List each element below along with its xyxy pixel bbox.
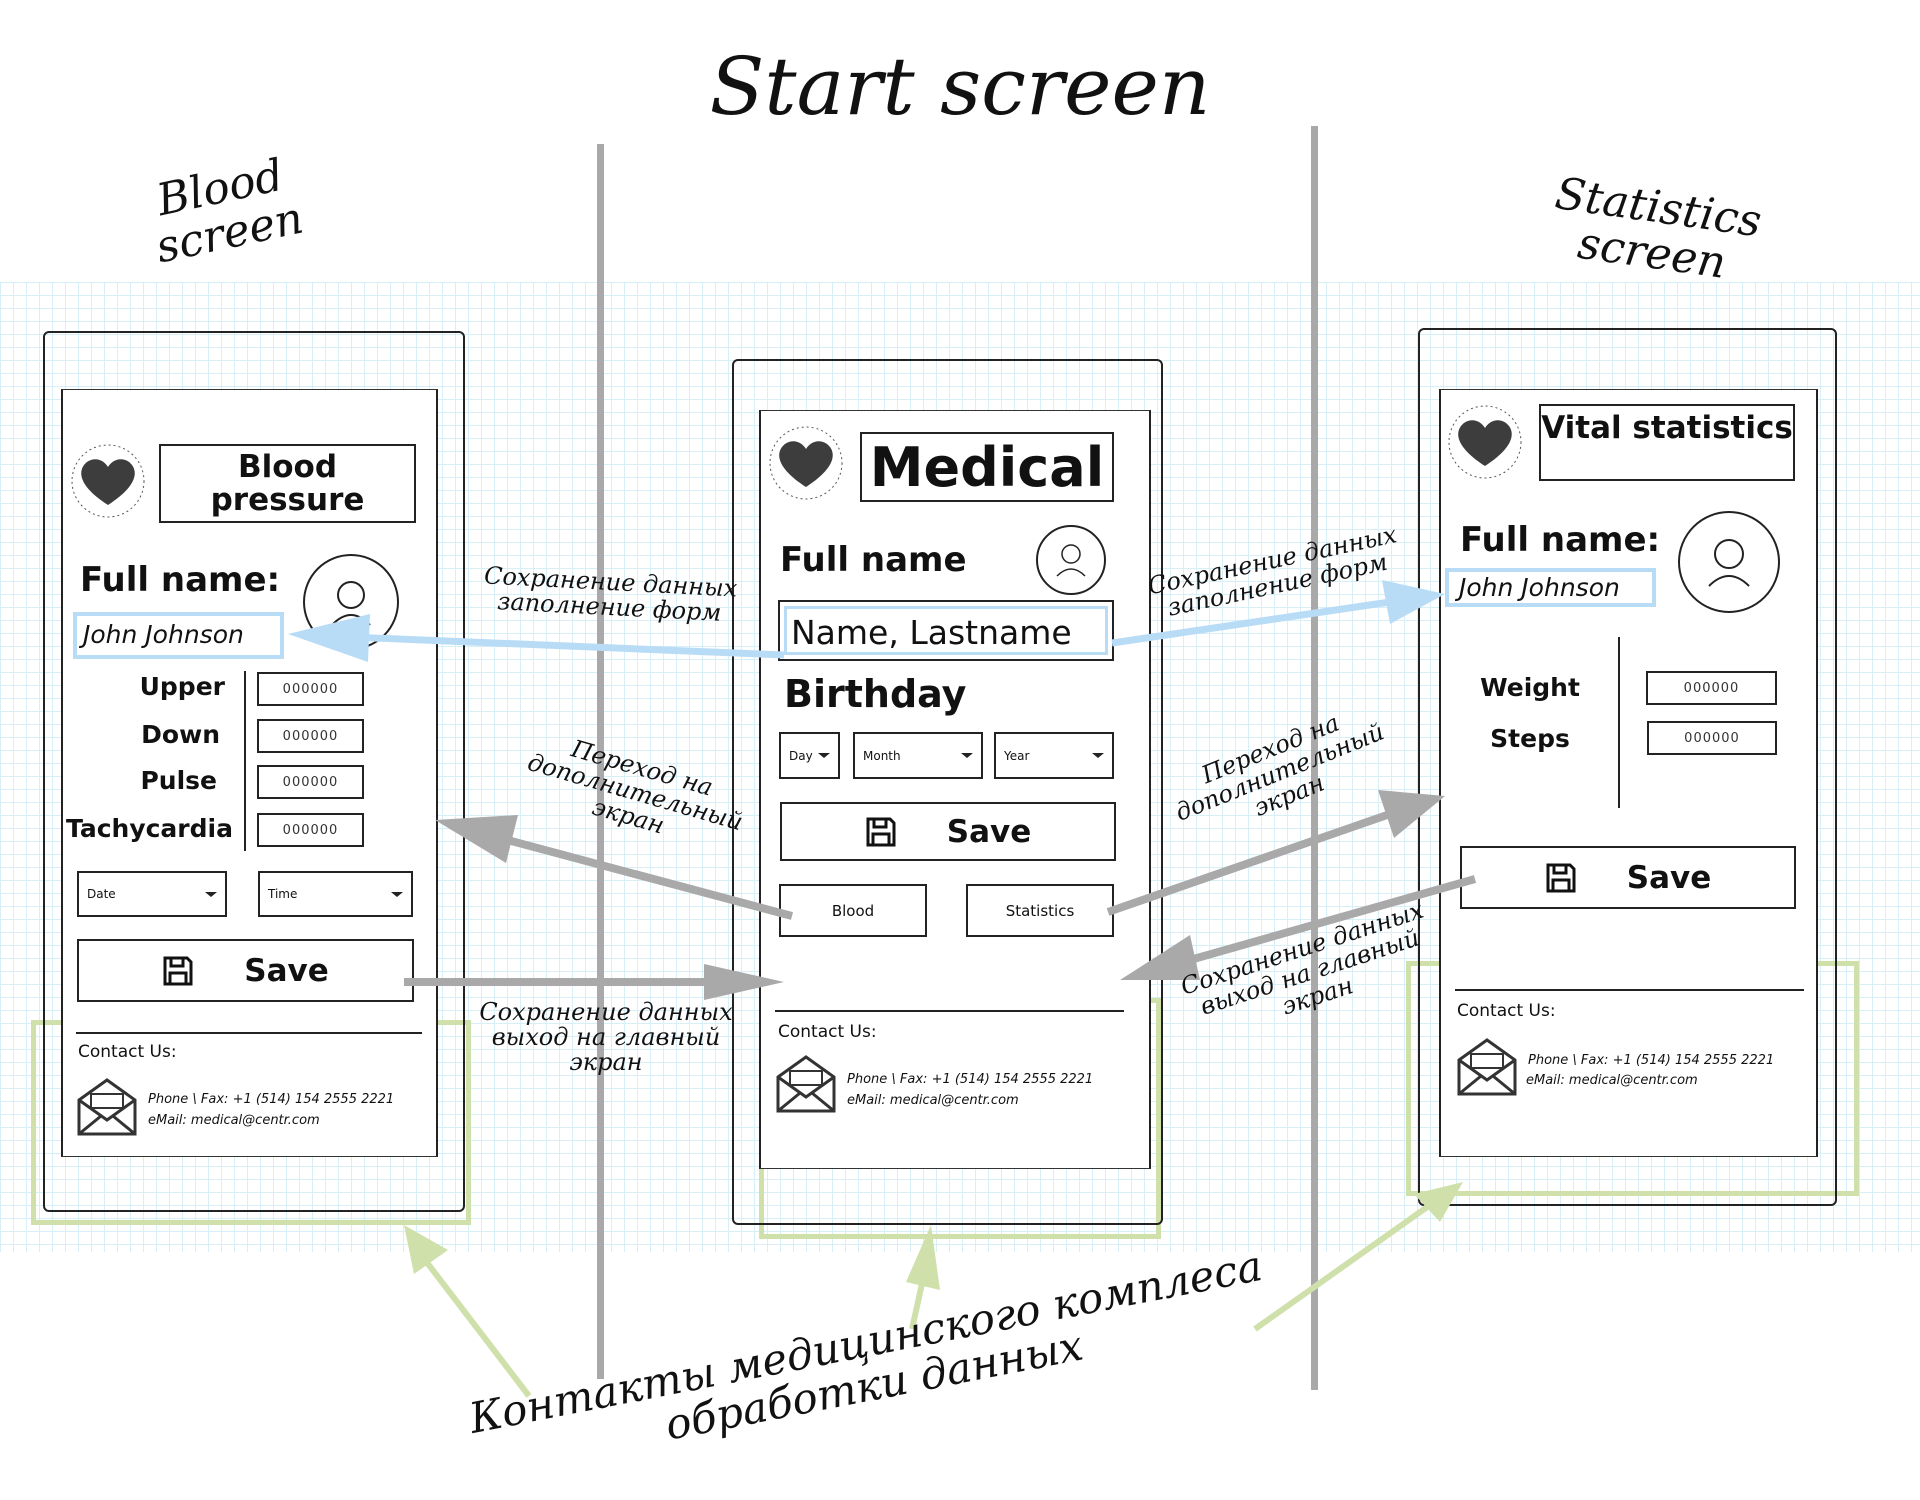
full-name-field[interactable]: John Johnson xyxy=(1445,568,1656,607)
save-icon xyxy=(866,817,896,846)
heart-icon xyxy=(71,444,145,518)
date-dropdown[interactable]: Date xyxy=(77,871,227,917)
month-label: Month xyxy=(863,748,901,763)
statistics-button[interactable]: Statistics xyxy=(966,884,1114,937)
save-button[interactable]: Save xyxy=(77,939,414,1002)
name-field[interactable]: Name, Lastname xyxy=(778,600,1114,661)
contact-email[interactable]: eMail: medical@centr.com xyxy=(148,1113,320,1128)
contact-heading: Contact Us: xyxy=(78,1042,177,1062)
chevron-down-icon xyxy=(818,753,830,758)
name-placeholder: Name, Lastname xyxy=(791,613,1072,652)
screen-title: Blood pressure xyxy=(159,444,416,523)
contact-phone: Phone \ Fax: +1 (514) 154 2555 2221 xyxy=(1528,1053,1775,1068)
tachycardia-input[interactable]: 000000 xyxy=(257,813,364,847)
month-dropdown[interactable]: Month xyxy=(853,732,983,779)
chevron-down-icon xyxy=(205,891,217,897)
avatar-icon[interactable] xyxy=(302,553,400,651)
avatar-icon[interactable] xyxy=(1035,524,1107,596)
full-name-value: John Johnson xyxy=(1459,573,1620,602)
save-button[interactable]: Save xyxy=(1460,846,1796,909)
contact-email[interactable]: eMail: medical@centr.com xyxy=(1526,1073,1698,1088)
page-title: Start screen xyxy=(709,40,1211,133)
down-label: Down xyxy=(141,720,220,749)
day-label: Day xyxy=(789,748,813,763)
vertical-separator xyxy=(1618,637,1620,808)
birthday-label: Birthday xyxy=(784,672,967,716)
date-label: Date xyxy=(87,887,116,901)
chevron-down-icon xyxy=(391,891,403,897)
annotation-contacts: Контакты медицинского комплеса обработки… xyxy=(465,1240,1267,1450)
heart-icon xyxy=(1448,405,1522,479)
statistics-screen-label: Statistics screen xyxy=(1552,168,1765,290)
save-icon xyxy=(163,956,193,985)
full-name-label: Full name: xyxy=(1460,520,1661,560)
save-label: Save xyxy=(946,813,1032,850)
chevron-down-icon xyxy=(961,753,973,758)
contact-heading: Contact Us: xyxy=(778,1022,877,1042)
envelope-icon xyxy=(1457,1038,1517,1096)
year-dropdown[interactable]: Year xyxy=(994,732,1114,779)
chevron-down-icon xyxy=(1092,753,1104,758)
blood-button[interactable]: Blood xyxy=(779,884,927,937)
envelope-icon xyxy=(77,1078,137,1136)
save-button[interactable]: Save xyxy=(780,802,1116,861)
contact-email[interactable]: eMail: medical@centr.com xyxy=(847,1093,1019,1108)
save-icon xyxy=(1546,863,1576,892)
vertical-separator xyxy=(244,671,246,851)
avatar-icon[interactable] xyxy=(1677,510,1781,614)
full-name-value: John Johnson xyxy=(83,620,244,649)
day-dropdown[interactable]: Day xyxy=(779,732,840,779)
full-name-label: Full name: xyxy=(80,560,281,600)
contact-phone: Phone \ Fax: +1 (514) 154 2555 2221 xyxy=(148,1092,395,1107)
upper-input[interactable]: 000000 xyxy=(257,672,364,706)
app-title: Medical xyxy=(860,432,1114,502)
save-label: Save xyxy=(244,952,329,989)
full-name-label: Full name xyxy=(780,540,967,580)
tachycardia-label: Tachycardia xyxy=(66,814,233,843)
year-label: Year xyxy=(1004,748,1030,763)
weight-input[interactable]: 000000 xyxy=(1646,671,1777,705)
screen-title: Vital statistics xyxy=(1539,404,1795,481)
steps-input[interactable]: 000000 xyxy=(1647,721,1777,755)
pulse-label: Pulse xyxy=(140,766,217,795)
divider-line xyxy=(775,1010,1124,1012)
contact-phone: Phone \ Fax: +1 (514) 154 2555 2221 xyxy=(847,1072,1094,1087)
pulse-input[interactable]: 000000 xyxy=(257,765,364,799)
divider-line xyxy=(76,1032,422,1034)
save-label: Save xyxy=(1626,859,1712,896)
down-input[interactable]: 000000 xyxy=(257,719,364,753)
time-dropdown[interactable]: Time xyxy=(258,871,413,917)
divider-line xyxy=(1455,989,1804,991)
blood-screen-label: Blood screen xyxy=(151,149,308,274)
upper-label: Upper xyxy=(139,672,225,701)
weight-label: Weight xyxy=(1480,673,1580,702)
steps-label: Steps xyxy=(1490,724,1570,753)
annotation-save-exit-left: Сохранение данных выход на главный экран xyxy=(479,998,733,1077)
contact-heading: Contact Us: xyxy=(1457,1001,1556,1021)
heart-icon xyxy=(769,426,843,500)
envelope-icon xyxy=(776,1055,836,1113)
full-name-field[interactable]: John Johnson xyxy=(73,612,284,659)
time-label: Time xyxy=(268,887,298,901)
